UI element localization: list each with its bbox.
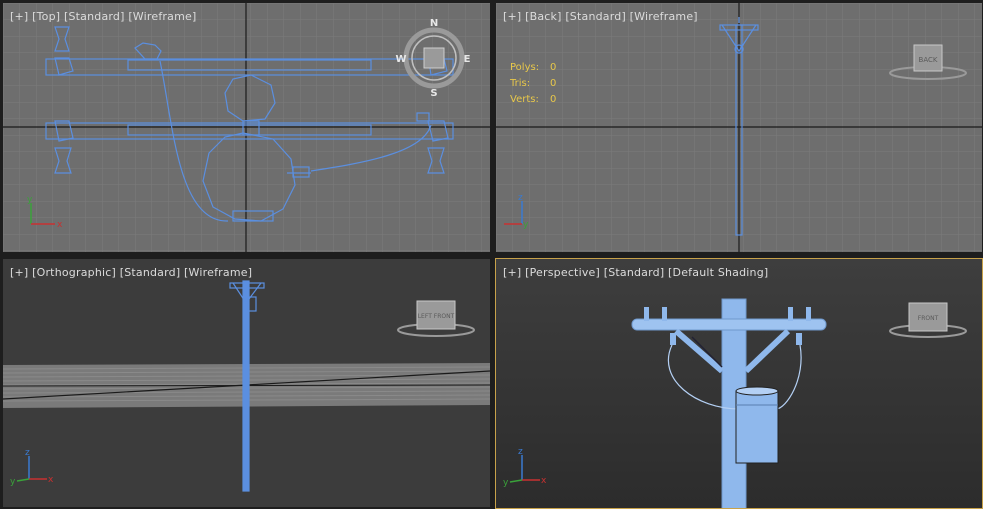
shading-mode-button[interactable]: [Standard] [565,10,626,23]
svg-text:x: x [48,475,54,485]
viewport-orthographic[interactable]: LEFT FRONT z x y [+] [Orthographic] [Sta… [3,259,490,507]
tris-label: Tris: [510,78,531,89]
ortho-wireframe-canvas[interactable]: LEFT FRONT z x y [3,259,490,507]
compass-east: E [464,54,471,65]
tris-value: 0 [550,78,557,89]
svg-text:y: y [503,478,509,488]
svg-text:x: x [57,220,63,230]
view-name-button[interactable]: [Top] [32,10,60,23]
top-wireframe-canvas[interactable]: N S E W y x [3,3,490,252]
svg-text:z: z [25,448,30,458]
viewport-menu-button[interactable]: [+] [10,10,28,23]
viewport-menu-button[interactable]: [+] [503,266,521,279]
polys-value: 0 [550,62,557,73]
viewcube-face-label: LEFT FRONT [418,313,455,320]
shading-mode-button[interactable]: [Standard] [604,266,665,279]
view-name-button[interactable]: [Perspective] [525,266,600,279]
viewport-label-back: [+] [Back] [Standard] [Wireframe] [503,10,698,23]
svg-text:y: y [523,220,529,230]
perspective-shaded-canvas[interactable]: FRONT z x y [496,259,982,508]
svg-text:y: y [27,195,33,205]
viewcube-face-label: FRONT [918,315,939,322]
svg-text:z: z [518,193,523,203]
display-mode-button[interactable]: [Wireframe] [184,266,252,279]
display-mode-button[interactable]: [Wireframe] [128,10,196,23]
shading-mode-button[interactable]: [Standard] [64,10,125,23]
verts-value: 0 [550,94,557,105]
scene-statistics: Polys: 0 Tris: 0 Verts: 0 [510,60,556,108]
viewport-menu-button[interactable]: [+] [10,266,28,279]
svg-text:z: z [518,447,523,457]
polys-label: Polys: [510,62,540,73]
svg-text:x: x [541,476,547,486]
display-mode-button[interactable]: [Default Shading] [668,266,768,279]
viewport-label-perspective: [+] [Perspective] [Standard] [Default Sh… [503,266,768,279]
svg-text:y: y [10,477,16,487]
display-mode-button[interactable]: [Wireframe] [630,10,698,23]
view-name-button[interactable]: [Orthographic] [32,266,116,279]
viewport-top[interactable]: N S E W y x [+] [Top] [Standard] [Wirefr… [3,3,490,252]
viewport-label-top: [+] [Top] [Standard] [Wireframe] [10,10,196,23]
axis-tripod: z x y [10,448,54,487]
verts-label: Verts: [510,94,539,105]
viewport-label-orthographic: [+] [Orthographic] [Standard] [Wireframe… [10,266,252,279]
viewport-back[interactable]: BACK z y [+] [Back] [Standard] [Wirefram… [496,3,982,252]
compass-north: N [430,18,438,29]
shading-mode-button[interactable]: [Standard] [120,266,181,279]
viewport-menu-button[interactable]: [+] [503,10,521,23]
viewcube[interactable]: LEFT FRONT [397,300,475,337]
compass-south: S [430,88,437,99]
view-name-button[interactable]: [Back] [525,10,562,23]
viewcube-face-label: BACK [919,56,938,64]
back-wireframe-canvas[interactable]: BACK z y [496,3,982,252]
compass-west: W [395,54,406,65]
viewport-perspective[interactable]: FRONT z x y [+] [Perspective] [Standard]… [495,258,983,509]
